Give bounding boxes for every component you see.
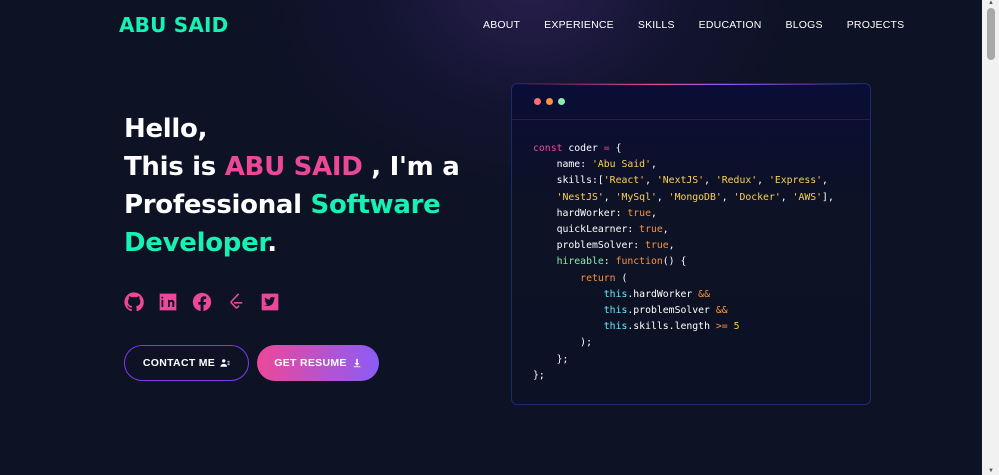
hero-intro-text: This is <box>124 152 225 182</box>
hero-role-1: Software <box>310 190 441 220</box>
hero-line-4: Developer. <box>124 224 459 262</box>
get-resume-button[interactable]: GET RESUME <box>257 345 379 381</box>
contact-me-label: CONTACT ME <box>142 357 216 369</box>
nav-about[interactable]: ABOUT <box>483 19 520 31</box>
leetcode-icon[interactable] <box>226 292 246 312</box>
code-line: hireable: function() { <box>533 256 687 268</box>
code-line: problemSolver: true, <box>533 240 675 252</box>
scroll-up-icon[interactable]: ▲ <box>988 0 994 6</box>
page-scrollbar[interactable]: ▲ ▼ <box>982 0 999 475</box>
hero-line-1: Hello, <box>124 114 208 144</box>
window-dot-red-icon <box>534 98 541 105</box>
code-line: name: 'Abu Said', <box>533 159 657 171</box>
code-block: const coder = { name: 'Abu Said', skills… <box>512 120 870 384</box>
contact-me-button[interactable]: CONTACT ME <box>124 345 249 381</box>
code-line: const coder = { <box>533 143 622 154</box>
scroll-down-icon[interactable]: ▼ <box>988 468 994 474</box>
code-card: const coder = { name: 'Abu Said', skills… <box>511 83 871 405</box>
window-dot-green-icon <box>558 98 565 105</box>
twitter-icon[interactable] <box>260 292 280 312</box>
nav-skills[interactable]: SKILLS <box>638 19 675 31</box>
hero-professional-text: Professional <box>124 190 311 220</box>
hero-im-a-text: , I'm a <box>362 152 460 182</box>
nav-education[interactable]: EDUCATION <box>699 19 762 31</box>
linkedin-icon[interactable] <box>158 292 178 312</box>
code-line: }; <box>533 353 569 365</box>
nav-blogs[interactable]: BLOGS <box>786 19 823 31</box>
nav-experience[interactable]: EXPERIENCE <box>544 19 614 31</box>
code-line: hardWorker: true, <box>533 207 657 219</box>
hero-line-2: This is ABU SAID , I'm a <box>124 148 460 186</box>
scrollbar-thumb[interactable] <box>987 8 995 60</box>
code-line: return ( <box>533 272 628 284</box>
hero-role-2: Developer <box>124 228 268 258</box>
code-line: this.skills.length >= 5 <box>533 321 740 333</box>
code-card-header <box>512 84 870 120</box>
user-contact-icon <box>220 358 230 368</box>
code-line: this.hardWorker && <box>533 288 710 300</box>
nav-projects[interactable]: PROJECTS <box>847 19 905 31</box>
hero-period: . <box>267 228 277 258</box>
github-icon[interactable] <box>124 292 144 312</box>
facebook-icon[interactable] <box>192 292 212 312</box>
code-card-top-gradient <box>512 84 870 85</box>
hero-heading: Hello, This is ABU SAID , I'm a Professi… <box>124 110 460 262</box>
hero-name: ABU SAID <box>224 152 363 182</box>
code-line: 'NestJS', 'MySql', 'MongoDB', 'Docker', … <box>533 191 834 203</box>
code-line: this.problemSolver && <box>533 305 728 317</box>
main-nav: ABOUT EXPERIENCE SKILLS EDUCATION BLOGS … <box>483 19 928 31</box>
get-resume-label: GET RESUME <box>274 357 347 369</box>
code-line: skills:['React', 'NextJS', 'Redux', 'Exp… <box>533 175 828 187</box>
social-links <box>124 292 294 312</box>
download-icon <box>352 358 362 368</box>
site-logo[interactable]: ABU SAID <box>119 13 228 37</box>
hero-line-3: Professional Software <box>124 186 459 224</box>
code-line: quickLearner: true, <box>533 224 669 236</box>
code-line: }; <box>533 369 545 381</box>
code-line: ); <box>533 337 592 349</box>
window-dot-orange-icon <box>546 98 553 105</box>
